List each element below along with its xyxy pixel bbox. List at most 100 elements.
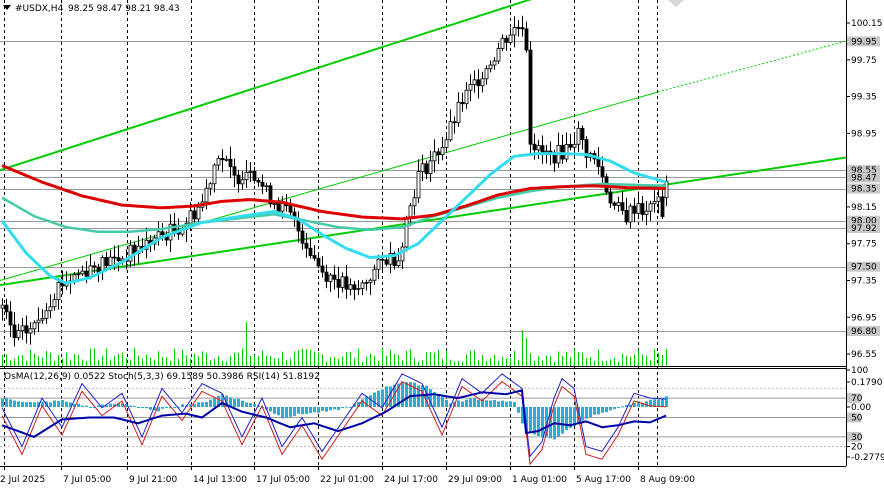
price-tick-label: 96.95 <box>851 313 877 323</box>
osma-bar <box>601 407 604 413</box>
osma-bar <box>437 394 440 408</box>
candle-body <box>520 27 525 30</box>
candle-body <box>580 127 585 141</box>
candle-body <box>80 270 85 275</box>
candle-body <box>448 121 453 141</box>
candle-body <box>260 181 265 187</box>
osma-bar <box>529 407 532 433</box>
candle-body <box>188 210 193 224</box>
indicator-pane[interactable] <box>0 373 846 466</box>
candle-body <box>232 166 237 176</box>
candle-body <box>256 180 261 183</box>
candle-body <box>488 64 493 70</box>
chart-shift-marker-icon[interactable] <box>668 0 684 7</box>
candle-body <box>48 306 53 312</box>
osma-bar <box>485 400 488 408</box>
osma-bar <box>509 401 512 408</box>
level-tag-label: 97.50 <box>851 263 877 273</box>
osma-bar <box>533 407 536 435</box>
candle-body <box>424 163 429 174</box>
candle-body <box>640 203 645 215</box>
osma-bar <box>609 407 612 411</box>
osma-bar <box>149 407 152 410</box>
osma-bar <box>277 407 280 416</box>
candle-body <box>0 304 5 309</box>
candlesticks <box>0 15 669 347</box>
indicator-tick-label: 0.1790 <box>851 378 883 388</box>
candle-body <box>428 160 433 174</box>
candle-body <box>336 278 341 288</box>
osma-bar <box>541 407 544 438</box>
candle-body <box>36 319 41 324</box>
time-label: 22 Jul 01:00 <box>320 475 374 485</box>
osma-bar <box>237 398 240 408</box>
candle-body <box>56 282 61 301</box>
osma-bar <box>593 407 596 415</box>
osma-bar <box>137 407 140 409</box>
osma-bar <box>297 407 300 414</box>
osma-bar <box>513 401 516 408</box>
osma-bar <box>333 407 336 410</box>
candle-body <box>116 257 121 261</box>
candle-body <box>216 157 221 166</box>
candle-body <box>356 288 361 290</box>
indicator-values: OsMA(12,26,9) 0.0522 Stoch(5,3,3) 69.158… <box>4 372 320 382</box>
candle-body <box>384 259 389 265</box>
osma-bar <box>373 392 376 408</box>
osma-bar <box>109 403 112 408</box>
candle-body <box>344 276 349 290</box>
candle-body <box>636 203 641 214</box>
osma-bar <box>281 407 284 419</box>
osma-bar <box>565 407 568 431</box>
candle-body <box>28 328 33 334</box>
candle-body <box>236 174 241 185</box>
osma-bar <box>85 405 88 408</box>
osma-bar <box>461 401 464 408</box>
candle-body <box>432 151 437 162</box>
osma-bar <box>445 399 448 408</box>
osma-bar <box>469 398 472 408</box>
osma-bar <box>245 402 248 408</box>
candle-body <box>228 158 233 168</box>
osma-bar <box>181 404 184 408</box>
price-chart[interactable]: 100.15 99.75 99.35 98.95 98.15 97.75 97.35 96.9… <box>0 0 884 488</box>
candle-body <box>4 304 9 313</box>
candle-body <box>40 317 45 321</box>
osma-bar <box>405 382 408 408</box>
candle-body <box>32 322 37 330</box>
osma-bar <box>621 406 624 408</box>
candle-body <box>628 205 633 223</box>
candle-body <box>312 255 317 259</box>
osma-bar <box>173 407 176 409</box>
price-tick-label: 99.35 <box>851 93 877 103</box>
candle-body <box>460 101 465 105</box>
horizontal-level-lines <box>0 41 846 332</box>
candle-body <box>464 89 469 105</box>
candle-body <box>528 49 533 145</box>
candle-body <box>304 242 309 249</box>
candle-body <box>440 147 445 156</box>
osma-bar <box>165 407 168 409</box>
candle-body <box>600 166 605 178</box>
chart-header: #USDX,H4 98.25 98.47 98.21 98.43 <box>3 4 180 14</box>
candle-body <box>84 270 89 277</box>
candle-body <box>656 196 661 202</box>
osma-bar <box>385 386 388 408</box>
osma-bar <box>129 405 132 408</box>
candle-body <box>416 171 421 199</box>
osma-bar <box>209 399 212 408</box>
level-tag-label: 99.95 <box>851 37 877 47</box>
candle-body <box>96 266 101 273</box>
osma-bar <box>25 402 28 408</box>
candle-body <box>280 202 285 212</box>
candle-body <box>648 203 653 212</box>
osma-bar <box>517 407 520 413</box>
time-gridlines <box>4 0 658 466</box>
osma-bar <box>661 398 664 408</box>
osma-bar <box>613 407 616 410</box>
candle-body <box>24 325 29 334</box>
candle-body <box>316 257 321 267</box>
osma-bar <box>329 407 332 411</box>
candle-body <box>308 247 313 256</box>
level-tag-label: 98.35 <box>851 185 877 195</box>
